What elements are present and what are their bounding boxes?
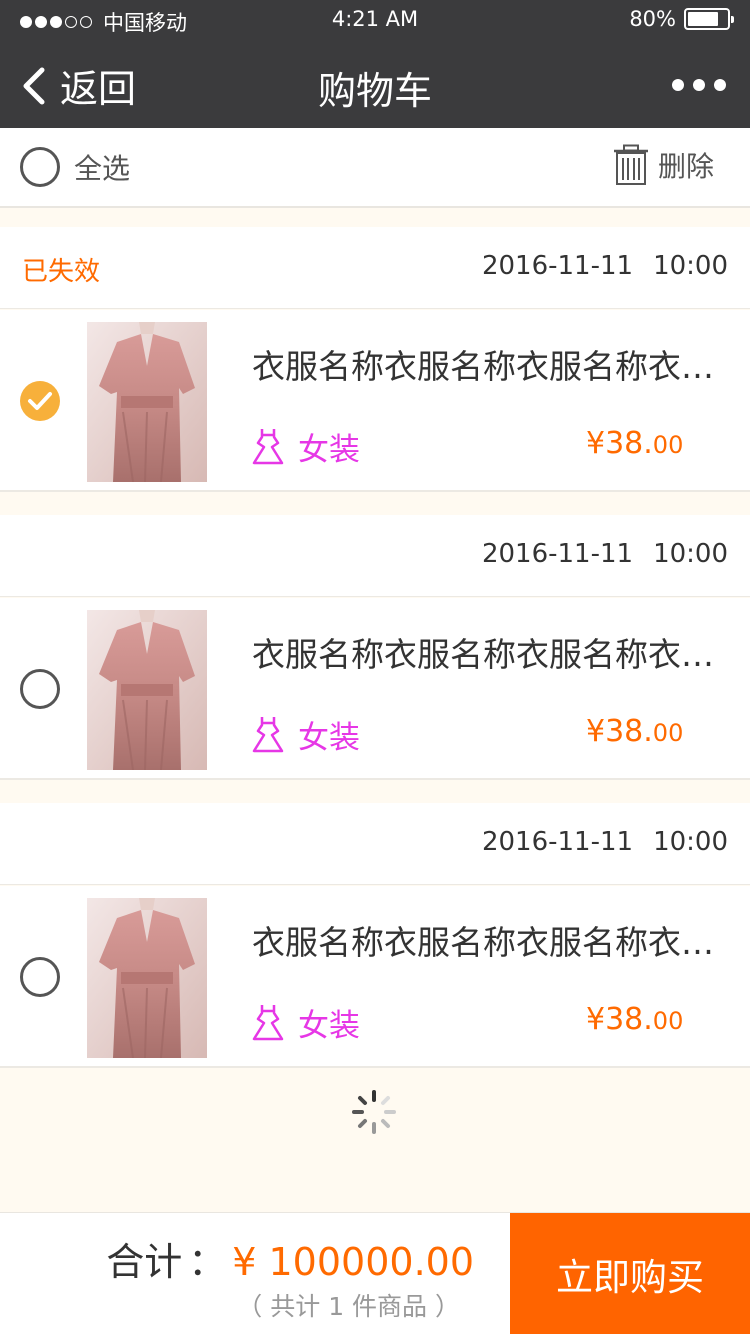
unchecked-circle-icon[interactable]	[20, 147, 60, 187]
select-all-label: 全选	[74, 152, 131, 185]
dress-icon	[252, 1004, 284, 1040]
battery-status: 80%	[629, 7, 734, 31]
delete-button[interactable]: 删除	[612, 144, 714, 186]
cart-toolbar: 全选 删除	[0, 128, 750, 208]
product-name[interactable]: 衣服名称衣服名称衣服名称衣服名称	[252, 916, 722, 964]
checkout-bar: 合计 ： ¥ 100000.00 （ 共计 1 件商品 ） 立即购买	[0, 1212, 750, 1334]
group-time: 10:00	[653, 251, 728, 281]
item-checkbox[interactable]	[20, 381, 60, 421]
group-date: 2016-11-11	[481, 827, 634, 857]
cart-group-header: 2016-11-11 10:00	[0, 803, 750, 885]
cart-item-row[interactable]: 衣服名称衣服名称衣服名称衣服名称 女装 ¥38.00	[0, 598, 750, 780]
product-name[interactable]: 衣服名称衣服名称衣服名称衣服名称	[252, 628, 722, 676]
total-line: 合计 ： ¥ 100000.00	[106, 1231, 474, 1286]
product-category: 女装	[250, 424, 360, 469]
category-label: 女装	[298, 720, 360, 756]
total-label: 合计	[106, 1240, 183, 1284]
product-price: ¥38.00	[586, 426, 683, 461]
product-category: 女装	[250, 1000, 360, 1045]
product-image[interactable]	[87, 322, 207, 482]
category-label: 女装	[298, 1008, 360, 1044]
buy-now-button[interactable]: 立即购买	[510, 1213, 750, 1334]
group-timestamp: 2016-11-11 10:00	[462, 539, 728, 569]
category-label: 女装	[298, 432, 360, 468]
battery-percent: 80%	[629, 7, 676, 31]
chevron-left-icon	[23, 67, 45, 104]
price-main: ¥38.	[586, 426, 653, 461]
cart-item-row[interactable]: 衣服名称衣服名称衣服名称衣服名称 女装 ¥38.00	[0, 310, 750, 492]
group-timestamp: 2016-11-11 10:00	[462, 827, 728, 857]
select-all-toggle[interactable]: 全选	[20, 147, 130, 187]
total-colon: ：	[188, 1240, 227, 1284]
group-timestamp: 2016-11-11 10:00	[462, 251, 728, 281]
price-decimal: 00	[652, 719, 684, 747]
product-price: ¥38.00	[586, 714, 683, 749]
back-label: 返回	[60, 67, 137, 111]
price-decimal: 00	[652, 1007, 684, 1035]
nav-bar: 返回 购物车	[0, 40, 750, 128]
cart-page: 中国移动 4:21 AM 80% 返回 购物车 全选 删除 已失效 2016-1…	[0, 0, 750, 1334]
status-bar: 中国移动 4:21 AM 80%	[0, 0, 750, 40]
expired-label: 已失效	[22, 257, 101, 287]
item-checkbox[interactable]	[20, 669, 60, 709]
product-image[interactable]	[87, 610, 207, 770]
item-checkbox[interactable]	[20, 957, 60, 997]
group-date: 2016-11-11	[481, 539, 634, 569]
trash-icon	[613, 144, 648, 185]
unchecked-circle-icon[interactable]	[20, 669, 60, 709]
dress-icon	[252, 428, 284, 464]
product-price: ¥38.00	[586, 1002, 683, 1037]
total-amount: ¥ 100000.00	[232, 1240, 474, 1284]
checked-circle-icon[interactable]	[20, 381, 60, 421]
product-category: 女装	[250, 712, 360, 757]
loading-spinner-icon	[352, 1090, 396, 1134]
dress-icon	[252, 716, 284, 752]
product-image[interactable]	[87, 898, 207, 1058]
more-dots-icon[interactable]	[672, 70, 726, 100]
cart-item-row[interactable]: 衣服名称衣服名称衣服名称衣服名称 女装 ¥38.00	[0, 886, 750, 1068]
price-main: ¥38.	[586, 1002, 653, 1037]
back-button[interactable]: 返回	[20, 58, 136, 113]
price-decimal: 00	[652, 431, 684, 459]
battery-icon	[684, 8, 734, 30]
group-time: 10:00	[653, 539, 728, 569]
item-count-note: （ 共计 1 件商品 ）	[237, 1292, 460, 1321]
cart-group-header: 已失效 2016-11-11 10:00	[0, 227, 750, 309]
group-time: 10:00	[653, 827, 728, 857]
group-date: 2016-11-11	[481, 251, 634, 281]
unchecked-circle-icon[interactable]	[20, 957, 60, 997]
delete-label: 删除	[657, 150, 714, 183]
product-name[interactable]: 衣服名称衣服名称衣服名称衣服名称	[252, 340, 722, 388]
cart-group-header: 2016-11-11 10:00	[0, 515, 750, 597]
price-main: ¥38.	[586, 714, 653, 749]
